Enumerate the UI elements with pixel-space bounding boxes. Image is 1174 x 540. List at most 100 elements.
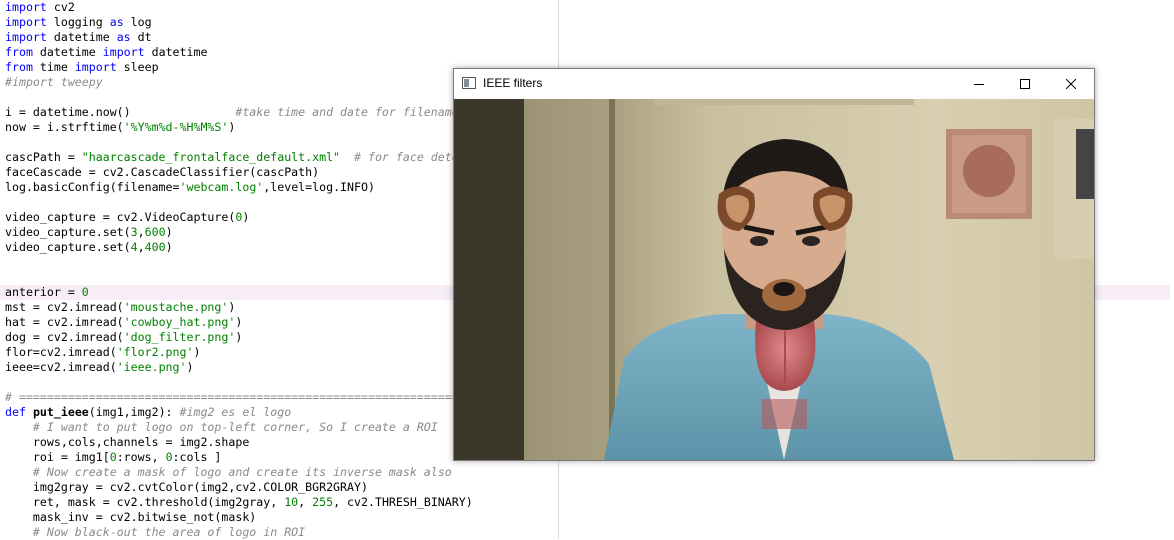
code-line[interactable]: img2gray = cv2.cvtColor(img2,cv2.COLOR_B… bbox=[5, 480, 494, 495]
code-token: # ======================================… bbox=[5, 390, 480, 404]
code-token: anterior = bbox=[5, 285, 82, 299]
code-line[interactable]: now = i.strftime('%Y%m%d-%H%M%S') bbox=[5, 120, 494, 135]
code-token: cv2 bbox=[46, 0, 75, 14]
code-token: 0 bbox=[165, 450, 173, 464]
code-line[interactable]: hat = cv2.imread('cowboy_hat.png') bbox=[5, 315, 494, 330]
window-app-icon bbox=[462, 77, 476, 89]
webcam-image bbox=[454, 99, 1094, 460]
code-token: , bbox=[137, 240, 145, 254]
code-token: 'moustache.png' bbox=[123, 300, 229, 314]
code-token: (img1,img2): bbox=[88, 405, 180, 419]
code-token: #import tweepy bbox=[5, 75, 103, 89]
code-token: from bbox=[5, 60, 33, 74]
code-line[interactable]: video_capture.set(3,600) bbox=[5, 225, 494, 240]
code-token: video_capture.set( bbox=[5, 240, 131, 254]
code-line[interactable]: # Now black-out the area of logo in ROI bbox=[5, 525, 494, 540]
code-token: sleep bbox=[116, 60, 159, 74]
code-line[interactable]: # I want to put logo on top-left corner,… bbox=[5, 420, 494, 435]
code-line[interactable] bbox=[5, 195, 494, 210]
code-token: datetime bbox=[144, 45, 208, 59]
code-token: 'dog_filter.png' bbox=[123, 330, 236, 344]
code-token: ) bbox=[235, 330, 243, 344]
code-token: logging bbox=[46, 15, 110, 29]
code-token: faceCascade = cv2.CascadeClassifier(casc… bbox=[5, 165, 320, 179]
code-token: def bbox=[5, 405, 26, 419]
code-token: flor=cv2.imread( bbox=[5, 345, 117, 359]
minimize-button[interactable] bbox=[956, 69, 1002, 99]
code-token: 'webcam.log' bbox=[179, 180, 264, 194]
code-line[interactable]: import logging as log bbox=[5, 15, 494, 30]
code-token: hat = cv2.imread( bbox=[5, 315, 124, 329]
code-line[interactable] bbox=[5, 270, 494, 285]
code-line[interactable]: log.basicConfig(filename='webcam.log',le… bbox=[5, 180, 494, 195]
code-token: # I want to put logo on top-left corner,… bbox=[32, 420, 438, 434]
code-token: import bbox=[102, 45, 145, 59]
close-button[interactable] bbox=[1048, 69, 1094, 99]
code-line[interactable]: # Now create a mask of logo and create i… bbox=[5, 465, 494, 480]
code-line[interactable]: from datetime import datetime bbox=[5, 45, 494, 60]
code-line[interactable]: import datetime as dt bbox=[5, 30, 494, 45]
code-token: rows,cols,channels = img2.shape bbox=[5, 435, 250, 449]
code-line[interactable]: faceCascade = cv2.CascadeClassifier(casc… bbox=[5, 165, 494, 180]
code-line[interactable]: def put_ieee(img1,img2): #img2 es el log… bbox=[5, 405, 494, 420]
code-token: put_ieee bbox=[32, 405, 89, 419]
code-token: 'cowboy_hat.png' bbox=[123, 315, 236, 329]
code-line[interactable]: # ======================================… bbox=[5, 390, 494, 405]
code-line[interactable]: cascPath = "haarcascade_frontalface_defa… bbox=[5, 150, 494, 165]
code-token: , bbox=[298, 495, 313, 509]
code-line[interactable] bbox=[5, 375, 494, 390]
code-token: ) bbox=[186, 360, 194, 374]
opencv-window[interactable]: IEEE filters bbox=[453, 68, 1095, 461]
code-line[interactable]: import cv2 bbox=[5, 0, 494, 15]
code-token: import bbox=[5, 0, 47, 14]
code-line[interactable] bbox=[5, 90, 494, 105]
code-token: mst = cv2.imread( bbox=[5, 300, 124, 314]
code-line[interactable] bbox=[5, 135, 494, 150]
code-token: '%Y%m%d-%H%M%S' bbox=[123, 120, 229, 134]
code-line[interactable]: dog = cv2.imread('dog_filter.png') bbox=[5, 330, 494, 345]
code-token: dt bbox=[130, 30, 152, 44]
code-line[interactable]: ret, mask = cv2.threshold(img2gray, 10 , … bbox=[5, 495, 494, 510]
close-icon bbox=[1066, 79, 1076, 89]
code-line[interactable]: #import tweepy bbox=[5, 75, 494, 90]
code-token: video_capture.set( bbox=[5, 225, 131, 239]
code-token: img2gray = cv2.cvtColor(img2,cv2.COLOR_B… bbox=[5, 480, 368, 494]
code-token: #img2 es el logo bbox=[179, 405, 292, 419]
code-token: 0 bbox=[109, 450, 117, 464]
maximize-button[interactable] bbox=[1002, 69, 1048, 99]
code-line[interactable]: roi = img1[0:rows, 0:cols ] bbox=[5, 450, 494, 465]
code-line[interactable]: from time import sleep bbox=[5, 60, 494, 75]
code-token: import bbox=[5, 30, 47, 44]
code-line[interactable]: flor=cv2.imread('flor2.png') bbox=[5, 345, 494, 360]
code-token: ) bbox=[228, 120, 236, 134]
code-line[interactable] bbox=[5, 255, 494, 270]
code-token: # Now black-out the area of logo in ROI bbox=[32, 525, 306, 539]
maximize-icon bbox=[1020, 79, 1030, 89]
code-text[interactable]: import cv2 import logging as log import da… bbox=[5, 0, 494, 540]
code-line[interactable]: ieee=cv2.imread('ieee.png') bbox=[5, 360, 494, 375]
code-line[interactable]: mst = cv2.imread('moustache.png') bbox=[5, 300, 494, 315]
code-token: as bbox=[109, 15, 124, 29]
code-token: ) bbox=[242, 210, 250, 224]
code-token: as bbox=[116, 30, 131, 44]
window-titlebar[interactable]: IEEE filters bbox=[454, 69, 1094, 99]
code-line[interactable]: video_capture.set(4,400) bbox=[5, 240, 494, 255]
code-token: ret, mask = cv2.threshold(img2gray, bbox=[5, 495, 285, 509]
code-token: dog = cv2.imread( bbox=[5, 330, 124, 344]
code-token: log.basicConfig(filename= bbox=[5, 180, 180, 194]
code-line[interactable]: anterior = 0 bbox=[5, 285, 494, 300]
code-line[interactable]: video_capture = cv2.VideoCapture(0) bbox=[5, 210, 494, 225]
code-line[interactable]: rows,cols,channels = img2.shape bbox=[5, 435, 494, 450]
code-line[interactable]: mask_inv = cv2.bitwise_not(mask) bbox=[5, 510, 494, 525]
code-token: ) bbox=[228, 300, 236, 314]
code-token: mask_inv = cv2.bitwise_not(mask) bbox=[5, 510, 257, 524]
code-token: datetime bbox=[32, 45, 103, 59]
code-token: 400 bbox=[144, 240, 166, 254]
code-token: datetime bbox=[46, 30, 117, 44]
code-token: :rows, bbox=[116, 450, 166, 464]
code-token: ieee=cv2.imread( bbox=[5, 360, 117, 374]
code-line[interactable]: i = datetime.now() #take time and date f… bbox=[5, 105, 494, 120]
minimize-icon bbox=[974, 84, 984, 85]
